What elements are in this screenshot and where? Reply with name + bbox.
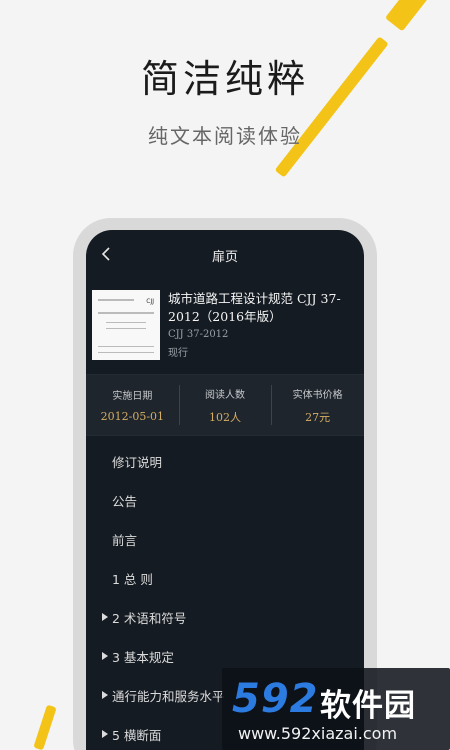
watermark-url: www.592xiazai.com [238,724,398,743]
hero-subtitle: 纯文本阅读体验 [148,124,302,148]
toc-item[interactable]: 公告 [86,481,364,520]
toc-item-label: 前言 [112,533,138,548]
stat-label: 实施日期 [112,391,153,402]
book-info: 城市道路工程设计规范 CJJ 37-2012（2016年版） CJJ 37-20… [168,290,358,370]
stat-readers: 阅读人数 102人 [178,375,272,435]
chevron-left-icon[interactable] [96,244,116,264]
toc-item[interactable]: 前言 [86,520,364,559]
watermark-number: 592 [232,676,319,722]
expand-arrow-icon[interactable] [102,652,108,660]
expand-arrow-icon[interactable] [102,691,108,699]
decorative-stripe [33,704,57,750]
stat-value: 2012-05-01 [100,410,165,423]
toc-item-label: 1 总 则 [112,572,153,587]
book-status: 现行 [168,348,188,359]
toc-item-label: 5 横断面 [112,728,162,743]
watermark-brand: 软件园 [320,688,416,724]
expand-arrow-icon[interactable] [102,613,108,621]
page-title: 扉页 [211,249,238,265]
expand-arrow-icon[interactable] [102,730,108,738]
stat-price: 实体书价格 27元 [271,375,364,435]
stat-label: 阅读人数 [205,389,245,401]
book-stats: 实施日期 2012-05-01 阅读人数 102人 实体书价格 27元 [86,374,364,436]
toc-item-label: 通行能力和服务水平 [112,689,225,704]
cover-mark: CJJ [146,298,154,305]
toc-item-label: 3 基本规定 [112,650,174,665]
site-watermark: 592 软件园 www.592xiazai.com [222,668,450,750]
toc-item[interactable]: 1 总 则 [86,559,364,598]
nav-bar: 扉页 [86,230,364,280]
stat-label: 实体书价格 [292,389,343,401]
book-code: CJJ 37-2012 [168,329,229,340]
toc-item-label: 2 术语和符号 [112,611,187,626]
book-cover[interactable]: CJJ [92,290,160,360]
toc-item[interactable]: 修订说明 [86,442,364,481]
toc-item[interactable]: 2 术语和符号 [86,598,364,637]
hero-title: 简洁纯粹 [140,57,309,101]
toc-item-label: 公告 [112,494,138,509]
stat-value: 102人 [209,410,241,424]
stat-implement-date: 实施日期 2012-05-01 [86,375,179,435]
decorative-stripe [384,0,434,32]
book-header: CJJ 城市道路工程设计规范 CJJ 37-2012（2016年版） CJJ 3… [86,280,364,370]
stat-value: 27元 [305,410,331,424]
book-title: 城市道路工程设计规范 CJJ 37-2012（2016年版） [168,291,341,324]
toc-item-label: 修订说明 [112,455,163,470]
